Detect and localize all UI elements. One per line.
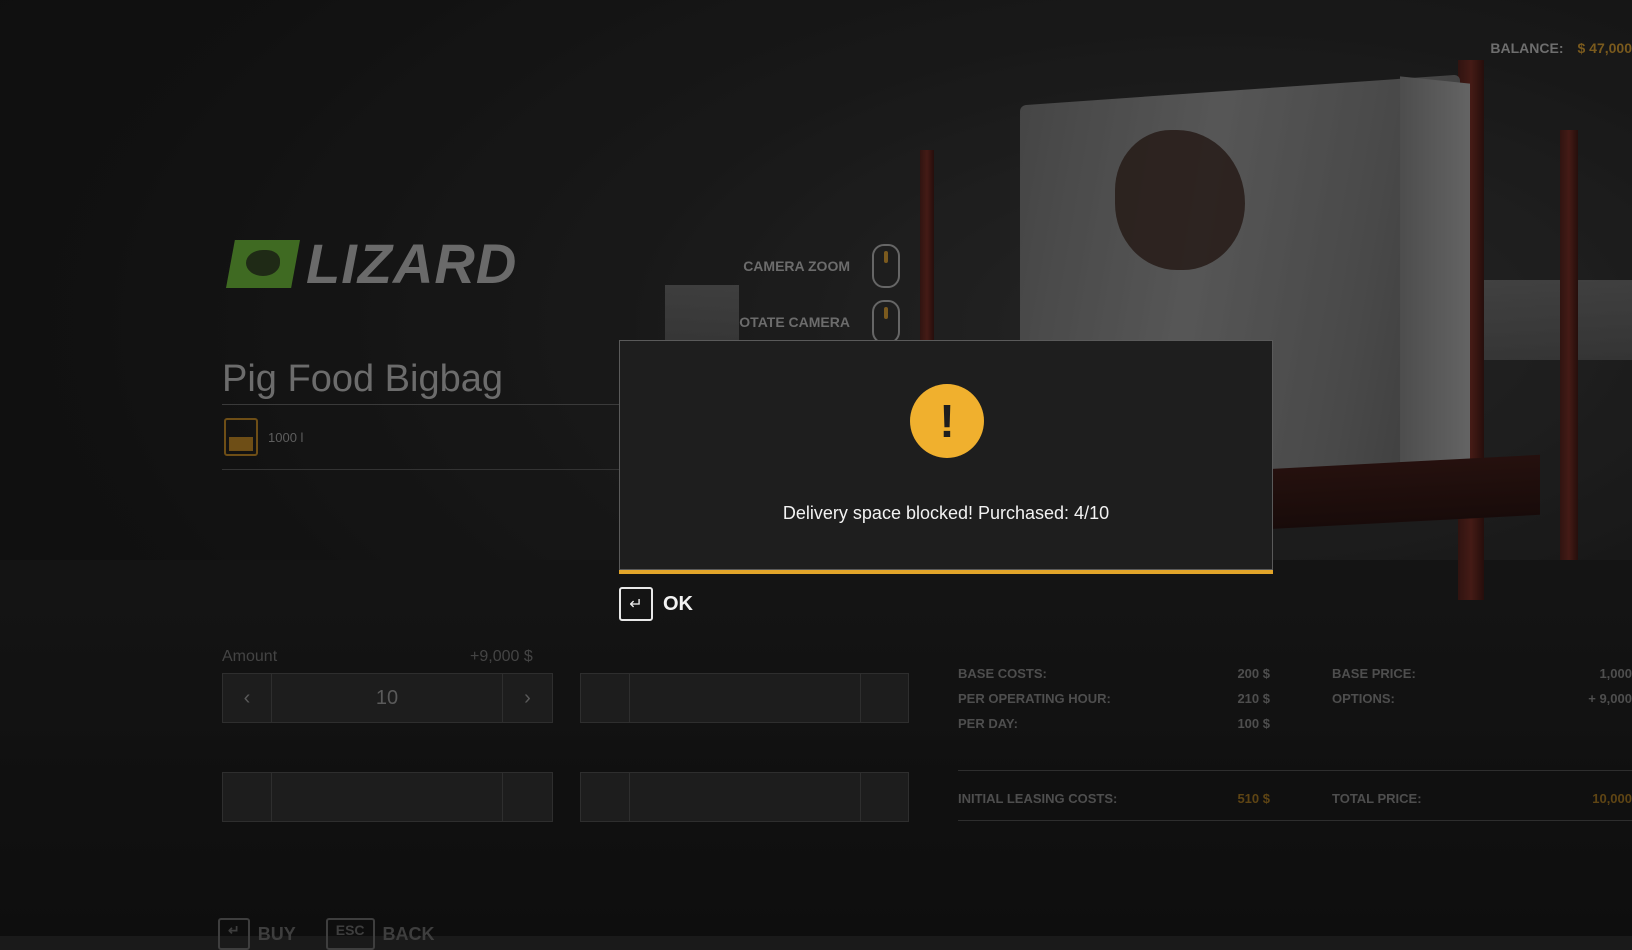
- increase-button[interactable]: ›: [503, 674, 552, 722]
- bottom-actions: ↵ BUY ESC BACK: [218, 918, 435, 950]
- buy-button[interactable]: ↵ BUY: [218, 918, 296, 950]
- initial-leasing-label: INITIAL LEASING COSTS:: [958, 791, 1117, 806]
- enter-key-icon: ↵: [218, 918, 250, 950]
- warning-icon: !: [910, 384, 984, 458]
- capacity-info: 1000 l: [224, 418, 303, 456]
- base-price-value: 1,000: [1532, 666, 1632, 681]
- per-hour-label: PER OPERATING HOUR:: [958, 691, 1111, 706]
- option-selector[interactable]: [222, 772, 553, 822]
- option-prev-button[interactable]: [223, 773, 272, 821]
- mouse-right-icon: [872, 300, 900, 344]
- divider: [958, 820, 1632, 821]
- control-camera-zoom: CAMERA ZOOM: [700, 238, 900, 294]
- base-costs-label: BASE COSTS:: [958, 666, 1047, 681]
- back-label: BACK: [383, 924, 435, 945]
- brand-logo: LIZARD: [226, 236, 517, 292]
- option-prev-button[interactable]: [581, 674, 630, 722]
- back-button[interactable]: ESC BACK: [326, 918, 435, 950]
- enter-key-icon: ↵: [619, 587, 653, 621]
- lizard-icon: [226, 240, 300, 288]
- balance-value: $ 47,000: [1578, 40, 1632, 56]
- dialog-accent-bar: [619, 570, 1273, 574]
- option-selector[interactable]: [580, 772, 909, 822]
- options-label: OPTIONS:: [1332, 691, 1395, 706]
- divider: [958, 770, 1632, 771]
- ok-label: OK: [663, 593, 693, 616]
- divider: [222, 469, 622, 470]
- option-value: [272, 773, 503, 821]
- option-next-button[interactable]: [861, 674, 908, 722]
- per-day-label: PER DAY:: [958, 716, 1018, 731]
- brand-name: LIZARD: [306, 236, 517, 292]
- esc-key-icon: ESC: [326, 918, 375, 950]
- amount-label: Amount: [222, 648, 277, 666]
- option-next-button[interactable]: [503, 773, 552, 821]
- option-value: [630, 674, 861, 722]
- option-value: [630, 773, 861, 821]
- initial-leasing-value: 510 $: [1170, 791, 1270, 806]
- dialog-message: Delivery space blocked! Purchased: 4/10: [620, 503, 1272, 524]
- base-costs-value: 200 $: [1170, 666, 1270, 681]
- balance-label: BALANCE:: [1490, 40, 1563, 56]
- product-title: Pig Food Bigbag: [222, 358, 503, 401]
- option-selector[interactable]: [580, 673, 909, 723]
- divider: [222, 404, 622, 405]
- control-label: OTATE CAMERA: [739, 314, 850, 330]
- amount-stepper[interactable]: ‹ 10 ›: [222, 673, 553, 723]
- control-label: CAMERA ZOOM: [743, 258, 850, 274]
- message-dialog: ! Delivery space blocked! Purchased: 4/1…: [619, 340, 1273, 570]
- camera-controls: CAMERA ZOOM OTATE CAMERA: [700, 238, 900, 350]
- capacity-value: 1000 l: [268, 430, 303, 445]
- decrease-button[interactable]: ‹: [223, 674, 272, 722]
- amount-value: 10: [272, 674, 503, 722]
- balance: BALANCE: $ 47,000: [1490, 40, 1632, 56]
- option-next-button[interactable]: [861, 773, 908, 821]
- ok-button[interactable]: ↵ OK: [619, 587, 693, 621]
- tank-icon: [224, 418, 258, 456]
- option-prev-button[interactable]: [581, 773, 630, 821]
- options-value: + 9,000: [1532, 691, 1632, 706]
- base-price-label: BASE PRICE:: [1332, 666, 1416, 681]
- buy-label: BUY: [258, 924, 296, 945]
- amount-price: +9,000 $: [470, 648, 533, 666]
- per-day-value: 100 $: [1170, 716, 1270, 731]
- total-price-label: TOTAL PRICE:: [1332, 791, 1422, 806]
- mouse-wheel-icon: [872, 244, 900, 288]
- per-hour-value: 210 $: [1170, 691, 1270, 706]
- total-price-value: 10,000: [1532, 791, 1632, 806]
